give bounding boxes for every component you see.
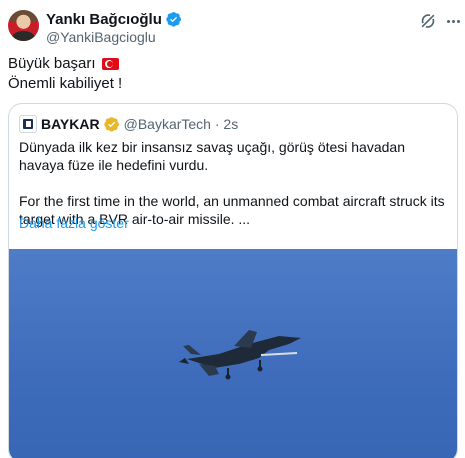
quoted-tweet[interactable]: BAYKAR @BaykarTech · 2s Dünyada ilk kez … bbox=[8, 103, 458, 458]
verified-badge-icon bbox=[166, 12, 181, 27]
author-row: Yankı Bağcıoğlu bbox=[46, 9, 182, 29]
tweet-line-2: Önemli kabiliyet ! bbox=[8, 75, 123, 92]
quoted-author-handle[interactable]: @BaykarTech · 2s bbox=[124, 116, 239, 132]
quoted-media-image[interactable] bbox=[9, 249, 457, 458]
author-avatar[interactable] bbox=[8, 10, 39, 41]
quoted-text-turkish: Dünyada ilk kez bir insansız savaş uçağı… bbox=[19, 139, 405, 173]
verified-gold-badge-icon bbox=[103, 117, 119, 132]
show-more-link[interactable]: Daha fazla göster bbox=[19, 215, 129, 231]
aircraft-image bbox=[179, 330, 301, 380]
baykar-logo-icon bbox=[19, 115, 37, 133]
author-name[interactable]: Yankı Bağcıoğlu bbox=[46, 11, 162, 28]
turkey-flag-icon bbox=[101, 58, 119, 70]
more-icon[interactable] bbox=[444, 12, 462, 30]
author-handle[interactable]: @YankiBagcioglu bbox=[46, 29, 156, 45]
quoted-tweet-header: BAYKAR @BaykarTech · 2s bbox=[19, 114, 238, 134]
grok-icon[interactable] bbox=[418, 11, 438, 31]
quoted-author-name[interactable]: BAYKAR bbox=[41, 116, 100, 132]
tweet-line-1: Büyük başarı bbox=[8, 55, 96, 72]
tweet-text: Büyük başarı Önemli kabiliyet ! bbox=[8, 54, 122, 94]
